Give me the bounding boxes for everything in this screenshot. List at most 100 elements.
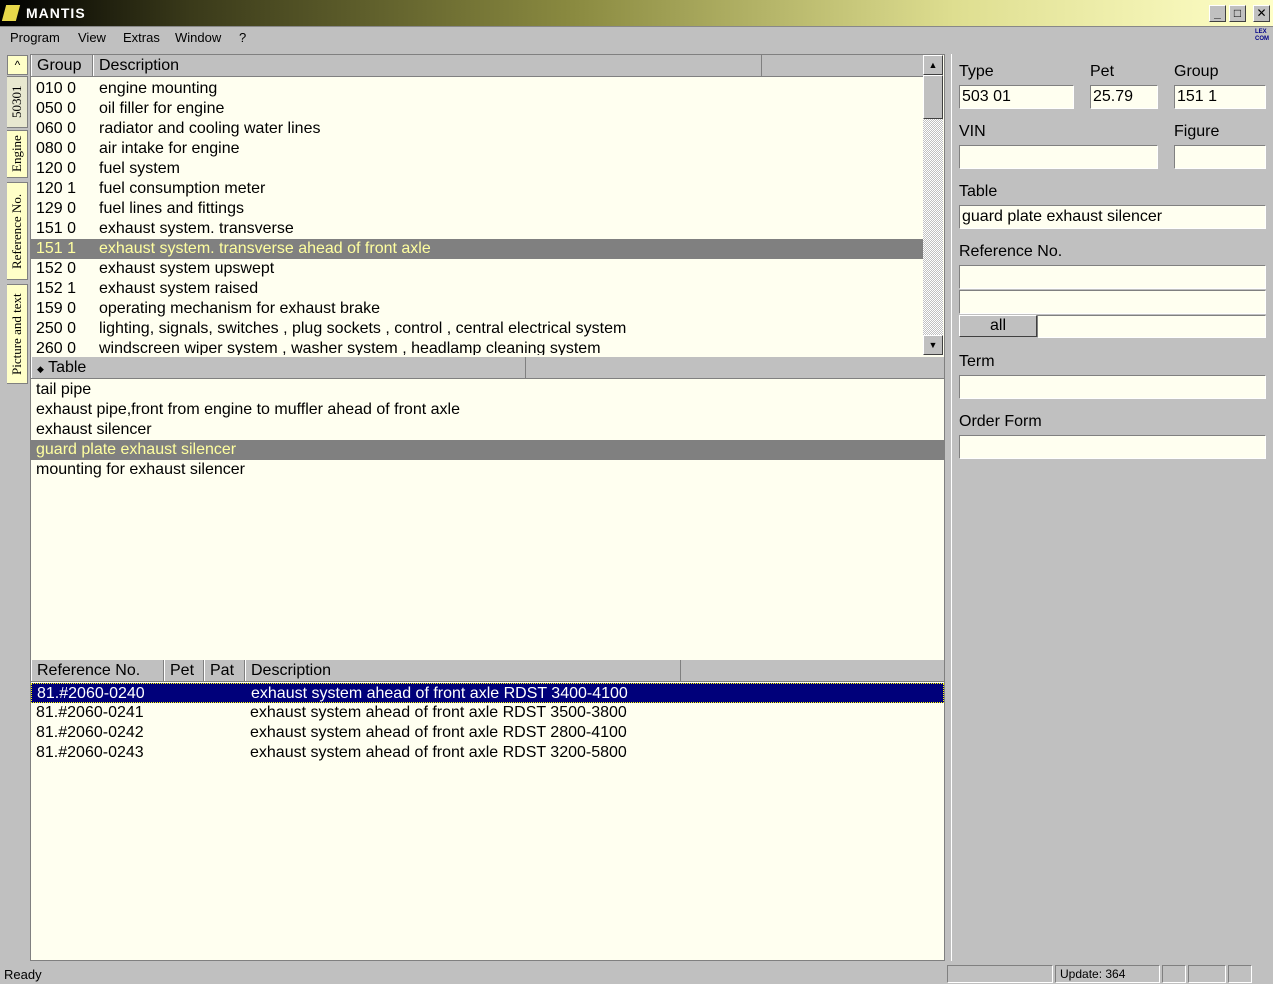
reference-field-2[interactable] (959, 290, 1266, 314)
vin-field[interactable] (959, 145, 1158, 169)
reference-row[interactable]: 81.#2060-0240 exhaust system ahead of fro… (31, 683, 944, 703)
col-group[interactable]: Group (31, 55, 93, 76)
col-ref-description[interactable]: Description (245, 660, 681, 681)
group-scrollbar[interactable]: ▲ ▼ (923, 55, 943, 355)
close-button[interactable]: ✕ (1253, 5, 1270, 22)
table-row[interactable]: tail pipe (31, 380, 944, 400)
table-name: exhaust pipe,front from engine to muffle… (36, 401, 460, 418)
figure-field[interactable] (1174, 145, 1266, 169)
scroll-thumb[interactable] (923, 75, 943, 119)
table-name: tail pipe (36, 381, 92, 398)
group-label: Group (1174, 63, 1219, 80)
group-code: 260 0 (36, 340, 77, 355)
group-row[interactable]: 080 0 air intake for engine (31, 139, 923, 159)
col-table-label: Table (48, 359, 87, 376)
tab-reference-no[interactable]: Reference No. (7, 182, 28, 280)
table-list: tail pipe exhaust pipe,front from engine … (31, 380, 944, 660)
group-code: 152 0 (36, 260, 77, 277)
reference-description: exhaust system ahead of front axle RDST … (250, 724, 627, 741)
table-label: Table (959, 183, 998, 200)
reference-description: exhaust system ahead of front axle RDST … (251, 685, 628, 702)
col-table[interactable]: ◆ Table (31, 357, 526, 378)
group-field[interactable]: 151 1 (1174, 85, 1266, 109)
group-description: exhaust system. transverse (99, 220, 294, 237)
reference-row[interactable]: 81.#2060-0243 exhaust system ahead of fro… (31, 743, 944, 763)
menu-program[interactable]: Program (10, 30, 60, 45)
order-form-field[interactable] (959, 435, 1266, 459)
term-field[interactable] (959, 375, 1266, 399)
group-code: 120 0 (36, 160, 77, 177)
col-description[interactable]: Description (93, 55, 762, 76)
term-label: Term (959, 353, 995, 370)
group-row[interactable]: 159 0 operating mechanism for exhaust bra… (31, 299, 923, 319)
group-row[interactable]: 120 1 fuel consumption meter (31, 179, 923, 199)
info-pane: Type 503 01 Pet 25.79 Group 151 1 VIN Fi… (951, 54, 1271, 961)
tab-engine[interactable]: Engine (7, 130, 28, 178)
scroll-down-icon[interactable]: ▼ (923, 335, 943, 355)
vin-label: VIN (959, 123, 986, 140)
reference-field-1[interactable] (959, 265, 1266, 289)
tab-type[interactable]: 50301 (7, 76, 28, 128)
group-code: 120 1 (36, 180, 77, 197)
status-panel-1 (947, 965, 1053, 983)
reference-row[interactable]: 81.#2060-0241 exhaust system ahead of fro… (31, 703, 944, 723)
title-bar: MANTIS _ □ ✕ (0, 0, 1273, 27)
group-row[interactable]: 120 0 fuel system (31, 159, 923, 179)
tabs-up-button[interactable]: ^ (7, 55, 28, 75)
menu-view[interactable]: View (78, 30, 106, 45)
group-description: exhaust system raised (99, 280, 259, 297)
reference-label: Reference No. (959, 243, 1063, 260)
menu-window[interactable]: Window (175, 30, 221, 45)
menu-help[interactable]: ? (239, 30, 246, 45)
table-row[interactable]: exhaust pipe,front from engine to muffle… (31, 400, 944, 420)
group-code: 129 0 (36, 200, 77, 217)
table-name: mounting for exhaust silencer (36, 461, 245, 478)
group-code: 050 0 (36, 100, 77, 117)
tab-picture-and-text[interactable]: Picture and text (7, 284, 28, 384)
group-row[interactable]: 260 0 windscreen wiper system , washer sy… (31, 339, 923, 355)
col-pet[interactable]: Pet (164, 660, 204, 681)
col-pat[interactable]: Pat (204, 660, 245, 681)
reference-row[interactable]: 81.#2060-0242 exhaust system ahead of fro… (31, 723, 944, 743)
ref-list-header: Reference No. Pet Pat Description (31, 660, 944, 682)
group-row[interactable]: 010 0 engine mounting (31, 79, 923, 99)
group-row[interactable]: 152 0 exhaust system upswept (31, 259, 923, 279)
reference-description: exhaust system ahead of front axle RDST … (250, 744, 627, 761)
group-description: fuel consumption meter (99, 180, 266, 197)
status-update: Update: 364 (1055, 965, 1160, 983)
lexcom-logo-icon: LEX COM (1255, 29, 1269, 42)
group-row[interactable]: 250 0 lighting, signals, switches , plug … (31, 319, 923, 339)
group-code: 152 1 (36, 280, 77, 297)
maximize-button[interactable]: □ (1229, 5, 1246, 22)
type-field[interactable]: 503 01 (959, 85, 1074, 109)
group-description: operating mechanism for exhaust brake (99, 300, 381, 317)
group-list-header: Group Description (31, 55, 923, 77)
menu-bar: Program View Extras Window ? LEX COM (0, 27, 1273, 49)
all-button[interactable]: all (959, 315, 1037, 337)
group-row[interactable]: 060 0 radiator and cooling water lines (31, 119, 923, 139)
group-row[interactable]: 151 0 exhaust system. transverse (31, 219, 923, 239)
group-code: 060 0 (36, 120, 77, 137)
group-description: exhaust system. transverse ahead of fron… (99, 240, 431, 257)
status-panel-3 (1162, 965, 1186, 983)
all-field[interactable] (1037, 315, 1266, 338)
type-label: Type (959, 63, 994, 80)
reference-number: 81.#2060-0241 (36, 704, 144, 721)
table-row[interactable]: exhaust silencer (31, 420, 944, 440)
status-panel-5 (1228, 965, 1252, 983)
minimize-button[interactable]: _ (1209, 5, 1226, 22)
status-text: Ready (4, 967, 42, 982)
col-reference-no[interactable]: Reference No. (31, 660, 164, 681)
group-row[interactable]: 152 1 exhaust system raised (31, 279, 923, 299)
scroll-up-icon[interactable]: ▲ (923, 55, 943, 75)
table-row[interactable]: mounting for exhaust silencer (31, 460, 944, 480)
reference-description: exhaust system ahead of front axle RDST … (250, 704, 627, 721)
group-row[interactable]: 129 0 fuel lines and fittings (31, 199, 923, 219)
table-field[interactable]: guard plate exhaust silencer (959, 205, 1266, 229)
menu-extras[interactable]: Extras (123, 30, 160, 45)
pet-field[interactable]: 25.79 (1090, 85, 1158, 109)
pet-label: Pet (1090, 63, 1115, 80)
group-row[interactable]: 050 0 oil filler for engine (31, 99, 923, 119)
table-row[interactable]: guard plate exhaust silencer (31, 440, 944, 460)
group-row[interactable]: 151 1 exhaust system. transverse ahead of… (31, 239, 923, 259)
